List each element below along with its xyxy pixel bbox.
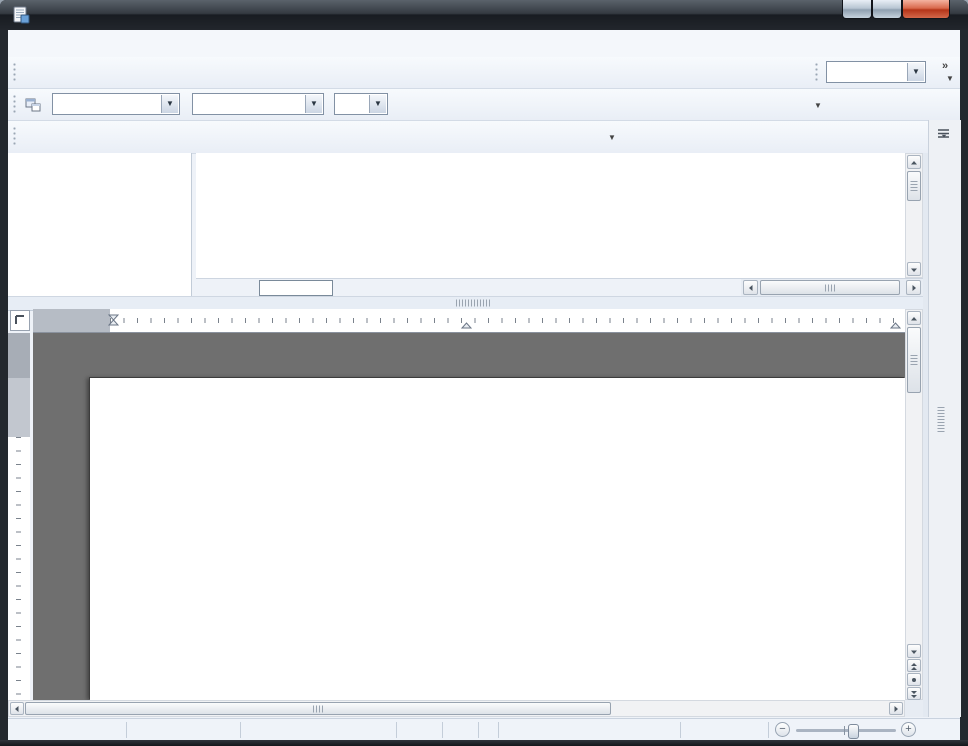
find-toolbar-grip[interactable]: [814, 62, 819, 82]
data-table[interactable]: [196, 153, 905, 278]
table-hscroll-thumb[interactable]: [760, 280, 900, 295]
scroll-left-icon[interactable]: [10, 702, 24, 715]
maximize-button[interactable]: [872, 0, 902, 19]
writer-app-icon: [12, 6, 30, 24]
vertical-ruler[interactable]: [8, 333, 30, 700]
table-data-toolbar: ▼: [8, 121, 928, 154]
underline-button[interactable]: [452, 93, 477, 118]
paragraph-style-dropdown-icon[interactable]: ▼: [161, 95, 178, 113]
formatting-toolbar: ▼ ▼ ▼ ▼: [8, 89, 960, 121]
toolbar-grip[interactable]: [12, 94, 17, 114]
font-size-combobox[interactable]: ▼: [334, 93, 388, 115]
indent-marker-icon[interactable]: [108, 314, 119, 326]
table-data-toolbar-options-icon[interactable]: ▼: [608, 133, 616, 142]
panel-gap: [923, 153, 928, 717]
title-bar: [0, 0, 968, 30]
scroll-up-icon[interactable]: [907, 155, 921, 169]
document-scroll-thumb[interactable]: [907, 327, 921, 393]
record-navigator: [196, 278, 923, 297]
document-vertical-scrollbar[interactable]: [905, 309, 923, 700]
sidebar-splitter-grip[interactable]: [938, 407, 945, 433]
standard-toolbar: ▼ » ▼: [8, 57, 960, 89]
zoom-in-icon[interactable]: +: [901, 722, 916, 737]
data-source-explorer: [8, 153, 192, 296]
bold-button[interactable]: [402, 93, 427, 118]
window-bottom-border: [0, 740, 968, 746]
horizontal-ruler[interactable]: [33, 309, 905, 333]
sidebar-menu-icon[interactable]: [936, 128, 954, 142]
scroll-down-icon[interactable]: [907, 262, 921, 276]
styles-window-icon: [24, 96, 42, 114]
document-horizontal-scrollbar[interactable]: [8, 700, 905, 717]
application-window: ▼ » ▼ ▼ ▼ ▼ ▼ ▼: [0, 0, 968, 746]
toolbar-grip[interactable]: [12, 62, 17, 82]
sidebar-tab-strip: [928, 120, 961, 717]
table-vertical-scrollbar[interactable]: [905, 153, 923, 278]
table-scroll-thumb[interactable]: [907, 171, 921, 201]
scroll-up-icon[interactable]: [907, 311, 921, 325]
page: [90, 378, 905, 700]
scrollbar-corner: [905, 700, 923, 717]
right-indent-marker-icon[interactable]: [890, 322, 901, 329]
scroll-right-icon[interactable]: [906, 280, 921, 295]
status-bar: − +: [8, 718, 960, 741]
tab-type-selector[interactable]: [10, 310, 30, 331]
italic-button[interactable]: [427, 93, 452, 118]
find-combobox[interactable]: ▼: [826, 61, 926, 83]
minimize-button[interactable]: [842, 0, 872, 19]
font-size-dropdown-icon[interactable]: ▼: [369, 95, 386, 113]
toolbar-overflow-chevron[interactable]: »: [942, 60, 948, 72]
close-document-icon[interactable]: [936, 36, 952, 52]
right-indent-marker-icon[interactable]: [461, 322, 472, 329]
next-page-icon[interactable]: [907, 687, 921, 700]
find-dropdown-icon[interactable]: ▼: [907, 63, 924, 81]
scroll-left-icon[interactable]: [743, 280, 758, 295]
zoom-out-icon[interactable]: −: [775, 722, 790, 737]
font-name-combobox[interactable]: ▼: [192, 93, 324, 115]
record-number-input[interactable]: [259, 280, 333, 296]
font-name-dropdown-icon[interactable]: ▼: [305, 95, 322, 113]
document-view[interactable]: [33, 333, 905, 700]
zoom-slider[interactable]: [796, 729, 896, 732]
scroll-right-icon[interactable]: [889, 702, 903, 715]
document-hscroll-thumb[interactable]: [25, 702, 611, 715]
zoom-slider-thumb[interactable]: [848, 724, 859, 739]
paragraph-style-combobox[interactable]: ▼: [52, 93, 180, 115]
formatting-toolbar-options-icon[interactable]: ▼: [814, 101, 822, 110]
previous-page-icon[interactable]: [907, 659, 921, 672]
table-horizontal-scrollbar[interactable]: [741, 279, 923, 297]
scroll-down-icon[interactable]: [907, 644, 921, 658]
find-toolbar-options-icon[interactable]: ▼: [946, 74, 954, 83]
navigation-icon[interactable]: [907, 673, 921, 686]
close-button[interactable]: [902, 0, 950, 19]
toolbar-grip[interactable]: [12, 126, 17, 146]
styles-window-button[interactable]: [20, 92, 48, 119]
menu-bar: [8, 30, 960, 58]
